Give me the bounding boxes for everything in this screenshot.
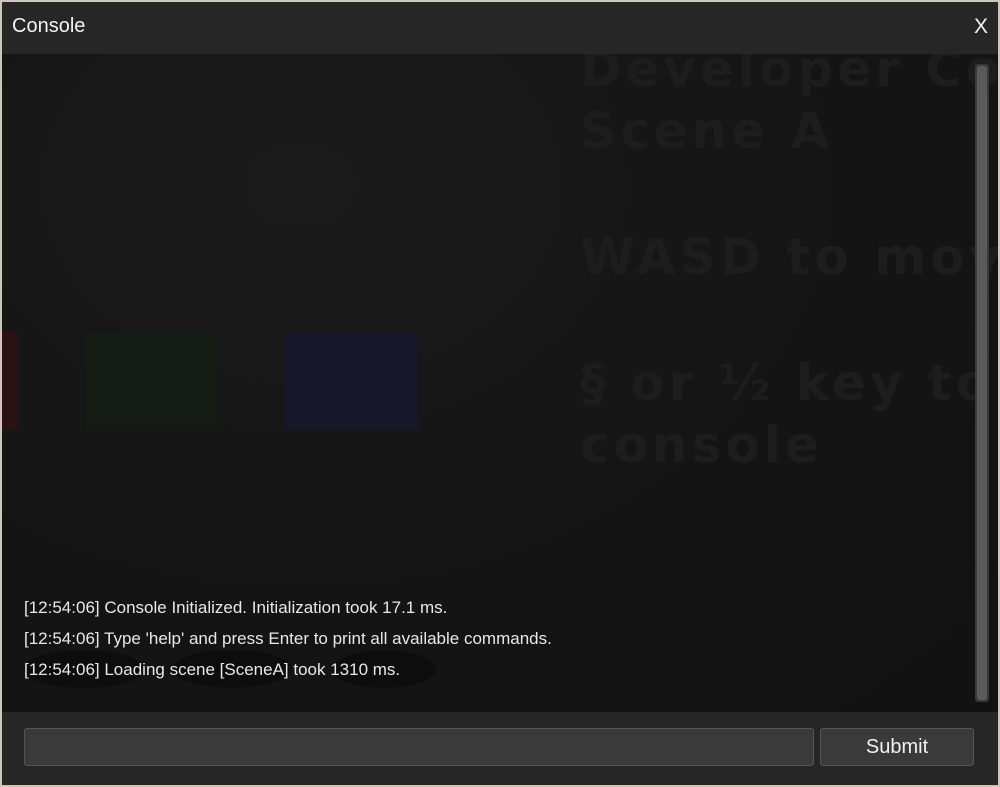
scene-title-line1: Developer Con [580, 54, 998, 98]
scene-console-hint: § or ½ key to t console [580, 352, 998, 476]
scene-move-hint: WASD to move [580, 228, 998, 286]
command-bar: Submit [2, 712, 998, 785]
log-output: [12:54:06] Console Initialized. Initiali… [24, 596, 964, 689]
scene-title-line2: Scene A [580, 102, 834, 160]
scene-title-text: Developer Con Scene A [580, 54, 998, 162]
scene-console-hint-line1: § or ½ key to t [580, 354, 998, 412]
console-window: Developer Con Scene A WASD to move § or … [2, 2, 998, 785]
submit-button[interactable]: Submit [820, 728, 974, 766]
log-line: [12:54:06] Loading scene [SceneA] took 1… [24, 660, 401, 679]
red-cube [2, 332, 18, 430]
window-title: Console [12, 15, 86, 37]
log-scrollbar[interactable] [975, 64, 989, 702]
scene-console-hint-line2: console [580, 416, 823, 474]
log-line: [12:54:06] Console Initialized. Initiali… [24, 598, 448, 617]
log-line: [12:54:06] Type 'help' and press Enter t… [24, 629, 552, 648]
command-input[interactable] [24, 728, 814, 766]
title-bar: Console X [2, 2, 998, 54]
close-button[interactable]: X [974, 15, 988, 39]
green-cube [86, 332, 220, 430]
scrollbar-thumb[interactable] [977, 66, 987, 700]
blue-cube [284, 332, 418, 430]
